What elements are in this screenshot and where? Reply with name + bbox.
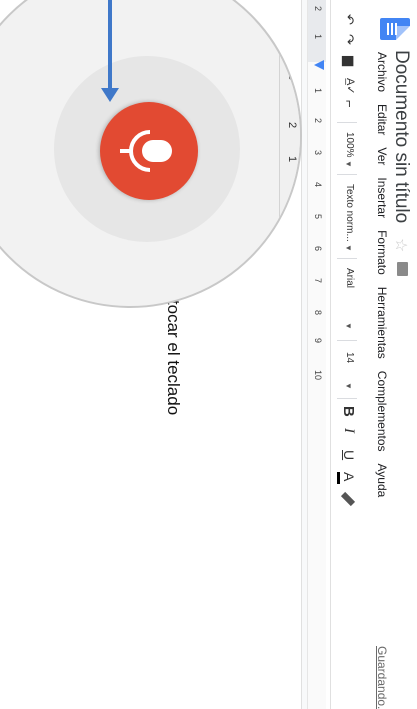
font-select[interactable]: Arial bbox=[344, 268, 355, 288]
font-caret-icon[interactable]: ▼ bbox=[344, 322, 353, 330]
toolbar-divider bbox=[337, 174, 357, 175]
toolbar-divider bbox=[337, 340, 357, 341]
lens-ruler-label: 1 bbox=[286, 228, 298, 235]
ruler-label: 2 bbox=[313, 118, 323, 124]
logo-fold bbox=[396, 26, 410, 40]
paint-format-icon[interactable]: ⌐ bbox=[342, 100, 357, 108]
menu-ayuda[interactable]: Ayuda bbox=[375, 464, 389, 498]
lens-ruler: 5 4 3 2 1 1 2 bbox=[279, 0, 300, 308]
ruler-label: 1 bbox=[313, 34, 323, 40]
lens-ruler-label: 1 bbox=[286, 156, 298, 163]
ruler-label: 6 bbox=[313, 246, 323, 252]
menu-formato[interactable]: Formato bbox=[375, 230, 389, 275]
ruler-label: 7 bbox=[313, 278, 323, 284]
toolbar-divider bbox=[337, 122, 357, 123]
arrow-head-icon bbox=[101, 88, 119, 102]
text-color-swatch bbox=[337, 472, 340, 484]
toolbar-divider bbox=[337, 398, 357, 399]
microphone-icon bbox=[120, 130, 172, 172]
spellcheck-icon[interactable]: A̲✓ bbox=[344, 78, 357, 95]
toolbar-divider bbox=[337, 258, 357, 259]
text-color-button[interactable]: A bbox=[341, 472, 357, 481]
zoom-select[interactable]: 100% bbox=[344, 132, 355, 158]
app-header: Documento sin título ☆ Archivo Editar Ve… bbox=[367, 0, 417, 709]
lens-ruler-label: 2 bbox=[286, 266, 298, 273]
saving-status[interactable]: Guardando... bbox=[375, 646, 389, 709]
ruler-label: 1 bbox=[313, 88, 323, 94]
zoom-caret-icon[interactable]: ▼ bbox=[344, 160, 353, 168]
pointer-arrow bbox=[101, 0, 119, 106]
menu-complementos[interactable]: Complementos bbox=[375, 371, 389, 452]
redo-icon[interactable]: ↷ bbox=[341, 34, 357, 45]
style-select[interactable]: Texto norm... bbox=[344, 184, 355, 242]
font-size-caret-icon[interactable]: ▼ bbox=[344, 382, 353, 390]
menu-editar[interactable]: Editar bbox=[375, 104, 389, 135]
ruler-label: 3 bbox=[313, 150, 323, 156]
ruler-label: 8 bbox=[313, 310, 323, 316]
logo-lines bbox=[385, 23, 397, 35]
undo-icon[interactable]: ↶ bbox=[341, 14, 357, 25]
menu-ver[interactable]: Ver bbox=[375, 147, 389, 165]
style-caret-icon[interactable]: ▼ bbox=[344, 244, 353, 252]
menu-herramientas[interactable]: Herramientas bbox=[375, 287, 389, 359]
menu-insertar[interactable]: Insertar bbox=[375, 177, 389, 218]
bold-button[interactable]: B bbox=[340, 406, 357, 417]
ruler-label: 9 bbox=[313, 338, 323, 344]
ruler-label: 2 bbox=[313, 6, 323, 12]
highlighter-icon[interactable] bbox=[340, 491, 356, 507]
star-icon[interactable]: ☆ bbox=[391, 238, 411, 252]
lens-ruler-label: 4 bbox=[286, 30, 298, 37]
font-size-select[interactable]: 14 bbox=[344, 352, 355, 363]
folder-icon[interactable] bbox=[397, 262, 408, 276]
lens-ruler-label: 2 bbox=[286, 122, 298, 129]
lens-ruler-label: 3 bbox=[286, 74, 298, 81]
voice-typing-button[interactable] bbox=[100, 102, 198, 200]
menu-bar: Archivo Editar Ver Insertar Formato Herr… bbox=[375, 52, 389, 497]
ruler-label: 4 bbox=[313, 182, 323, 188]
underline-button[interactable]: U bbox=[341, 450, 357, 460]
document-title[interactable]: Documento sin título bbox=[390, 50, 412, 223]
arrow-shaft bbox=[108, 0, 112, 90]
menu-archivo[interactable]: Archivo bbox=[375, 52, 389, 92]
italic-button[interactable]: I bbox=[340, 428, 357, 433]
print-icon[interactable]: ▆ bbox=[341, 56, 357, 66]
toolbar: ↶ ↷ ▆ A̲✓ ⌐ 100% ▼ Texto norm... ▼ Arial… bbox=[330, 0, 363, 709]
ruler-label: 5 bbox=[313, 214, 323, 220]
ruler-label: 10 bbox=[313, 370, 323, 381]
docs-logo-icon[interactable] bbox=[380, 18, 410, 40]
rotated-screen: Documento sin título ☆ Archivo Editar Ve… bbox=[0, 0, 417, 709]
ruler[interactable]: 2 1 1 2 3 4 5 6 7 8 9 10 bbox=[307, 0, 326, 709]
